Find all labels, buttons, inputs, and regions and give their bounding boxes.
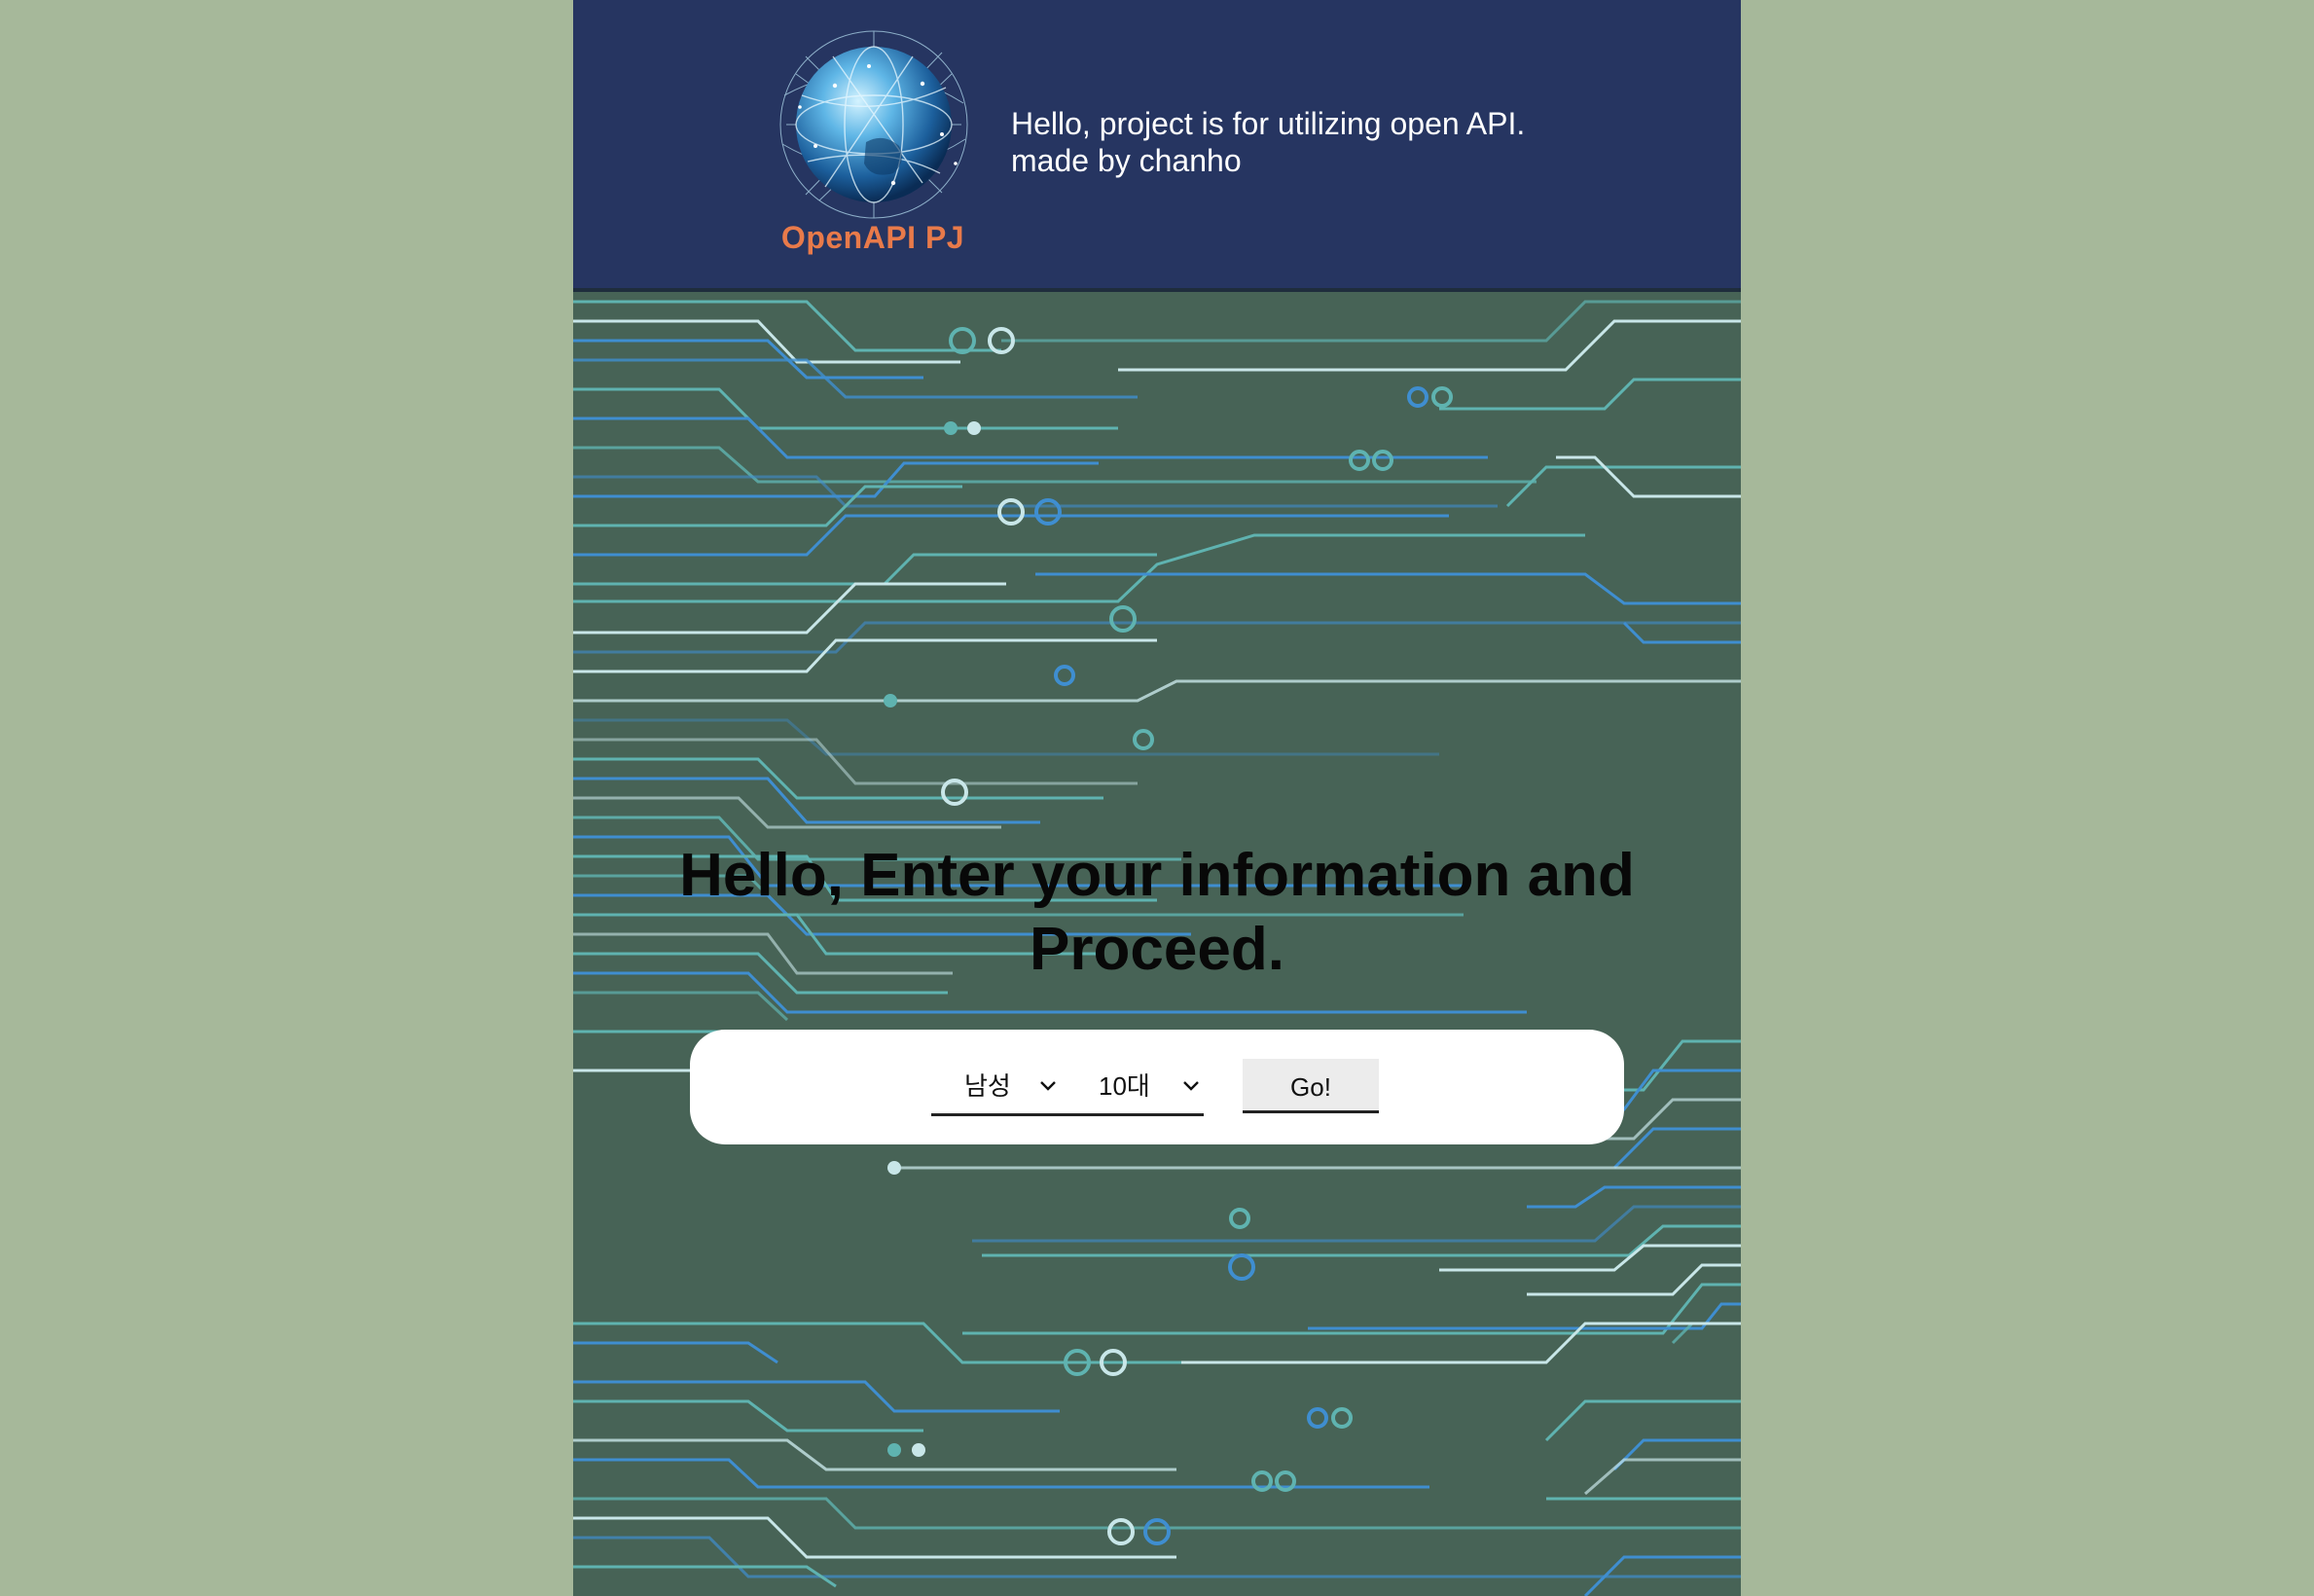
page-headline: Hello, Enter your information and Procee… [573,839,1741,987]
intro-line-1: Hello, project is for utilizing open API… [1011,106,1526,141]
intro-line-2: made by chanho [1011,143,1242,178]
age-select-value: 10대 [1099,1071,1150,1101]
age-select[interactable]: 10대 [1099,1059,1206,1113]
select-group: 남성 10대 [931,1059,1204,1116]
site-header: OpenAPI PJ Hello, project is for utilizi… [573,0,1741,292]
gender-select-value: 남성 [964,1071,1011,1101]
chevron-down-icon [1183,1081,1199,1091]
go-button[interactable]: Go! [1243,1059,1379,1113]
gender-select[interactable]: 남성 [964,1059,1081,1113]
headline-line-2: Proceed. [1030,916,1284,983]
intro-text: Hello, project is for utilizing open API… [1011,105,1525,179]
info-form: 남성 10대 Go! [690,1030,1624,1144]
logo-title: OpenAPI PJ [780,220,965,255]
headline-line-1: Hello, Enter your information and [679,842,1635,909]
chevron-down-icon [1040,1081,1056,1091]
page: OpenAPI PJ Hello, project is for utilizi… [573,0,1741,1596]
globe-logo-icon [779,30,968,219]
